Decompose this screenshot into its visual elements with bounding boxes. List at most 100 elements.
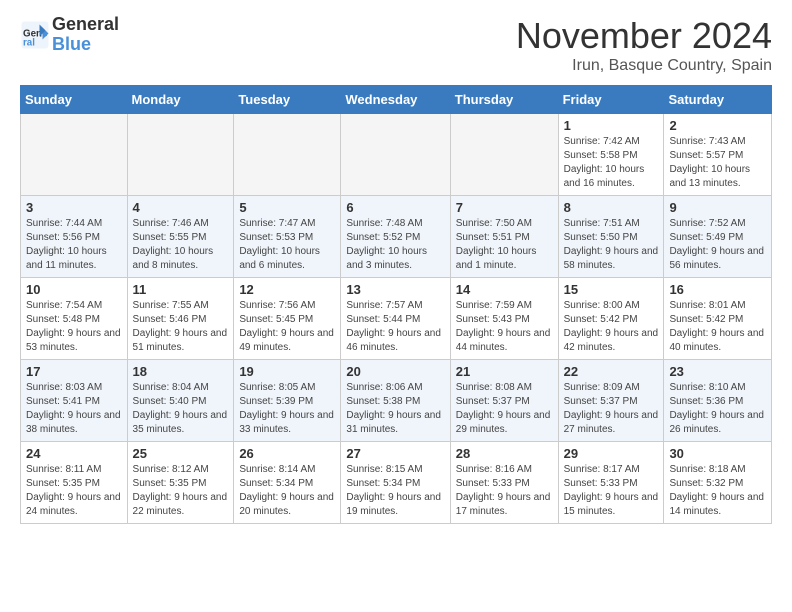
day-number: 8 xyxy=(564,200,659,215)
day-number: 1 xyxy=(564,118,659,133)
calendar: SundayMondayTuesdayWednesdayThursdayFrid… xyxy=(20,85,772,524)
day-number: 22 xyxy=(564,364,659,379)
calendar-day: 23 Sunrise: 8:10 AM Sunset: 5:36 PM Dayli… xyxy=(664,360,772,442)
logo-text: General Blue xyxy=(52,15,119,55)
day-info: Sunrise: 8:01 AM Sunset: 5:42 PM Dayligh… xyxy=(669,299,766,355)
calendar-day: 20Sunrise: 8:06 AM Sunset: 5:38 PM Dayli… xyxy=(341,360,450,442)
day-info: Sunrise: 7:50 AM Sunset: 5:51 PM Dayligh… xyxy=(456,217,553,273)
calendar-day: 18 Sunrise: 8:04 AM Sunset: 5:40 PM Dayli… xyxy=(127,360,234,442)
day-number: 17 xyxy=(26,364,122,379)
calendar-day: 4Sunrise: 7:46 AM Sunset: 5:55 PM Daylig… xyxy=(127,196,234,278)
day-info: Sunrise: 8:06 AM Sunset: 5:38 PM Dayligh… xyxy=(346,381,444,437)
calendar-day: 12 Sunrise: 7:56 AM Sunset: 5:45 PM Dayli… xyxy=(234,278,341,360)
calendar-day: 19 Sunrise: 8:05 AM Sunset: 5:39 PM Dayli… xyxy=(234,360,341,442)
day-number: 7 xyxy=(456,200,553,215)
day-info: Sunrise: 8:12 AM Sunset: 5:35 PM Dayligh… xyxy=(133,463,229,519)
calendar-day: 11 Sunrise: 7:55 AM Sunset: 5:46 PM Dayli… xyxy=(127,278,234,360)
calendar-day: 21Sunrise: 8:08 AM Sunset: 5:37 PM Dayli… xyxy=(450,360,558,442)
calendar-day: 15 Sunrise: 8:00 AM Sunset: 5:42 PM Dayli… xyxy=(558,278,664,360)
calendar-day: 17 Sunrise: 8:03 AM Sunset: 5:41 PM Dayli… xyxy=(21,360,128,442)
day-info: Sunrise: 7:57 AM Sunset: 5:44 PM Dayligh… xyxy=(346,299,444,355)
calendar-day: 7 Sunrise: 7:50 AM Sunset: 5:51 PM Daylig… xyxy=(450,196,558,278)
day-info: Sunrise: 7:52 AM Sunset: 5:49 PM Dayligh… xyxy=(669,217,766,273)
day-number: 9 xyxy=(669,200,766,215)
weekday-header: Wednesday xyxy=(341,86,450,114)
weekday-header: Friday xyxy=(558,86,664,114)
calendar-day: 14Sunrise: 7:59 AM Sunset: 5:43 PM Dayli… xyxy=(450,278,558,360)
day-number: 27 xyxy=(346,446,444,461)
day-info: Sunrise: 7:43 AM Sunset: 5:57 PM Dayligh… xyxy=(669,135,766,191)
calendar-week-row: 24 Sunrise: 8:11 AM Sunset: 5:35 PM Dayli… xyxy=(21,442,772,524)
page-container: Gene ral General Blue November 2024 Irun… xyxy=(0,0,792,539)
calendar-week-row: 10 Sunrise: 7:54 AM Sunset: 5:48 PM Dayli… xyxy=(21,278,772,360)
header: Gene ral General Blue November 2024 Irun… xyxy=(20,15,772,75)
day-number: 5 xyxy=(239,200,335,215)
day-number: 15 xyxy=(564,282,659,297)
calendar-day: 16 Sunrise: 8:01 AM Sunset: 5:42 PM Dayli… xyxy=(664,278,772,360)
calendar-day: 3 Sunrise: 7:44 AM Sunset: 5:56 PM Daylig… xyxy=(21,196,128,278)
day-info: Sunrise: 8:00 AM Sunset: 5:42 PM Dayligh… xyxy=(564,299,659,355)
day-info: Sunrise: 8:16 AM Sunset: 5:33 PM Dayligh… xyxy=(456,463,553,519)
day-info: Sunrise: 8:10 AM Sunset: 5:36 PM Dayligh… xyxy=(669,381,766,437)
day-number: 4 xyxy=(133,200,229,215)
day-info: Sunrise: 7:42 AM Sunset: 5:58 PM Dayligh… xyxy=(564,135,659,191)
day-info: Sunrise: 8:11 AM Sunset: 5:35 PM Dayligh… xyxy=(26,463,122,519)
day-number: 18 xyxy=(133,364,229,379)
day-info: Sunrise: 7:55 AM Sunset: 5:46 PM Dayligh… xyxy=(133,299,229,355)
weekday-header: Thursday xyxy=(450,86,558,114)
logo-line2: Blue xyxy=(52,35,119,55)
day-number: 19 xyxy=(239,364,335,379)
day-number: 14 xyxy=(456,282,553,297)
day-info: Sunrise: 8:15 AM Sunset: 5:34 PM Dayligh… xyxy=(346,463,444,519)
day-info: Sunrise: 7:51 AM Sunset: 5:50 PM Dayligh… xyxy=(564,217,659,273)
day-number: 11 xyxy=(133,282,229,297)
logo-line1: General xyxy=(52,15,119,35)
day-number: 29 xyxy=(564,446,659,461)
calendar-week-row: 17 Sunrise: 8:03 AM Sunset: 5:41 PM Dayli… xyxy=(21,360,772,442)
day-number: 24 xyxy=(26,446,122,461)
calendar-day xyxy=(127,114,234,196)
day-info: Sunrise: 7:54 AM Sunset: 5:48 PM Dayligh… xyxy=(26,299,122,355)
day-info: Sunrise: 8:14 AM Sunset: 5:34 PM Dayligh… xyxy=(239,463,335,519)
calendar-day: 6Sunrise: 7:48 AM Sunset: 5:52 PM Daylig… xyxy=(341,196,450,278)
day-number: 23 xyxy=(669,364,766,379)
calendar-day: 24 Sunrise: 8:11 AM Sunset: 5:35 PM Dayli… xyxy=(21,442,128,524)
location: Irun, Basque Country, Spain xyxy=(516,57,772,75)
calendar-day: 5Sunrise: 7:47 AM Sunset: 5:53 PM Daylig… xyxy=(234,196,341,278)
day-info: Sunrise: 8:09 AM Sunset: 5:37 PM Dayligh… xyxy=(564,381,659,437)
day-number: 3 xyxy=(26,200,122,215)
day-info: Sunrise: 8:05 AM Sunset: 5:39 PM Dayligh… xyxy=(239,381,335,437)
calendar-day xyxy=(21,114,128,196)
calendar-day xyxy=(341,114,450,196)
calendar-week-row: 1 Sunrise: 7:42 AM Sunset: 5:58 PM Daylig… xyxy=(21,114,772,196)
calendar-day: 22 Sunrise: 8:09 AM Sunset: 5:37 PM Dayli… xyxy=(558,360,664,442)
day-info: Sunrise: 7:44 AM Sunset: 5:56 PM Dayligh… xyxy=(26,217,122,273)
day-info: Sunrise: 7:56 AM Sunset: 5:45 PM Dayligh… xyxy=(239,299,335,355)
day-number: 2 xyxy=(669,118,766,133)
weekday-header: Sunday xyxy=(21,86,128,114)
calendar-week-row: 3 Sunrise: 7:44 AM Sunset: 5:56 PM Daylig… xyxy=(21,196,772,278)
day-info: Sunrise: 8:04 AM Sunset: 5:40 PM Dayligh… xyxy=(133,381,229,437)
day-number: 12 xyxy=(239,282,335,297)
calendar-day xyxy=(450,114,558,196)
day-info: Sunrise: 8:17 AM Sunset: 5:33 PM Dayligh… xyxy=(564,463,659,519)
day-number: 21 xyxy=(456,364,553,379)
title-block: November 2024 Irun, Basque Country, Spai… xyxy=(516,15,772,75)
calendar-day: 2 Sunrise: 7:43 AM Sunset: 5:57 PM Daylig… xyxy=(664,114,772,196)
day-number: 30 xyxy=(669,446,766,461)
calendar-day: 1 Sunrise: 7:42 AM Sunset: 5:58 PM Daylig… xyxy=(558,114,664,196)
svg-text:ral: ral xyxy=(23,37,35,48)
day-number: 16 xyxy=(669,282,766,297)
day-info: Sunrise: 7:48 AM Sunset: 5:52 PM Dayligh… xyxy=(346,217,444,273)
calendar-day: 13Sunrise: 7:57 AM Sunset: 5:44 PM Dayli… xyxy=(341,278,450,360)
calendar-day xyxy=(234,114,341,196)
calendar-day: 26Sunrise: 8:14 AM Sunset: 5:34 PM Dayli… xyxy=(234,442,341,524)
calendar-day: 25Sunrise: 8:12 AM Sunset: 5:35 PM Dayli… xyxy=(127,442,234,524)
day-info: Sunrise: 8:03 AM Sunset: 5:41 PM Dayligh… xyxy=(26,381,122,437)
weekday-header-row: SundayMondayTuesdayWednesdayThursdayFrid… xyxy=(21,86,772,114)
day-info: Sunrise: 8:18 AM Sunset: 5:32 PM Dayligh… xyxy=(669,463,766,519)
month-title: November 2024 xyxy=(516,15,772,57)
weekday-header: Saturday xyxy=(664,86,772,114)
day-number: 10 xyxy=(26,282,122,297)
calendar-day: 8 Sunrise: 7:51 AM Sunset: 5:50 PM Daylig… xyxy=(558,196,664,278)
